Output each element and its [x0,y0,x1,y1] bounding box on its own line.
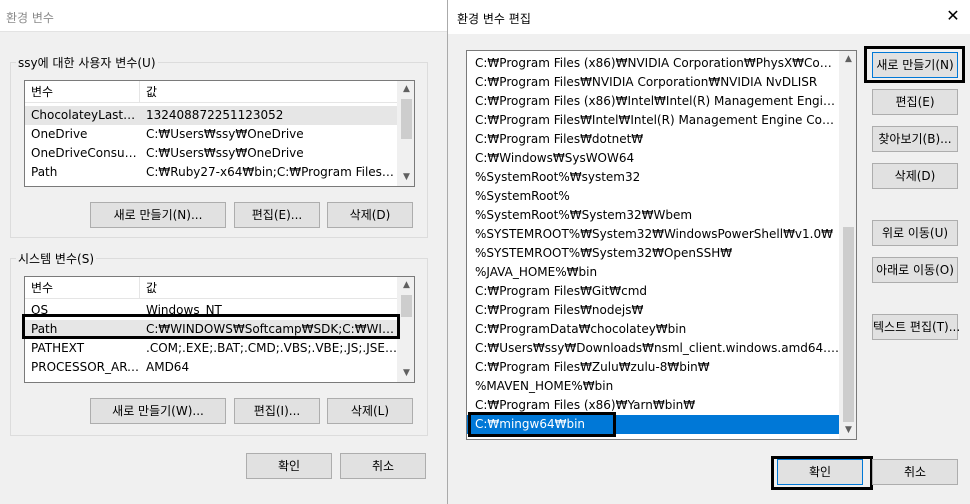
path-list-item[interactable]: C:₩Program Files (x86)₩NVIDIA Corporatio… [467,54,841,73]
scroll-down-icon[interactable]: ▼ [398,169,414,186]
path-list-item[interactable]: C:₩Program Files₩Intel₩Intel(R) Manageme… [467,111,841,130]
path-list-item[interactable]: C:₩Program Files₩nodejs₩ [467,301,841,320]
path-new-button[interactable]: 새로 만들기(N) [872,52,958,78]
table-row[interactable]: Path C:₩Ruby27-x64₩bin;C:₩Program Files₩… [25,163,399,182]
user-variables-header: 변수 값 [25,81,399,103]
path-browse-button[interactable]: 찾아보기(B)... [872,126,958,152]
path-move-up-button[interactable]: 위로 이동(U) [872,220,958,246]
user-new-button[interactable]: 새로 만들기(N)... [90,202,226,228]
env-dialog-titlebar: 환경 변수 [0,0,447,32]
path-list-item[interactable]: C:₩Program Files (x86)₩Intel₩Intel(R) Ma… [467,92,841,111]
edit-dialog-titlebar: 환경 변수 편집 ✕ [448,0,970,34]
env-ok-button[interactable]: 확인 [246,453,332,479]
column-header-value[interactable]: 값 [140,81,399,103]
user-list-scrollbar[interactable]: ▲ ▼ [397,81,414,186]
table-row[interactable]: ChocolateyLastPat... 132408872251123052 [25,106,399,125]
path-list-item[interactable]: C:₩Program Files (x86)₩Yarn₩bin₩ [467,396,841,415]
path-list-item[interactable]: %SYSTEMROOT%₩System32₩OpenSSH₩ [467,244,841,263]
table-row[interactable]: Path C:₩WINDOWS₩Softcamp₩SDK;C:₩WIND... [25,320,399,339]
edit-cancel-button[interactable]: 취소 [872,459,958,485]
path-list-item[interactable]: C:₩Program Files₩dotnet₩ [467,130,841,149]
user-variables-list[interactable]: 변수 값 ChocolateyLastPat... 13240887225112… [24,80,415,187]
path-list-item[interactable]: C:₩Program Files₩Zulu₩zulu-8₩bin₩ [467,358,841,377]
user-edit-button[interactable]: 편집(E)... [234,202,320,228]
scroll-thumb[interactable] [843,227,854,422]
path-list-item[interactable]: C:₩Program Files₩NVIDIA Corporation₩NVID… [467,73,841,92]
path-list-item[interactable]: C:₩Windows₩SysWOW64 [467,149,841,168]
close-icon[interactable]: ✕ [943,6,963,26]
system-variables-label: 시스템 변수(S) [16,250,96,267]
system-new-button[interactable]: 새로 만들기(W)... [90,398,226,424]
path-list-item[interactable]: %JAVA_HOME%₩bin [467,263,841,282]
system-edit-button[interactable]: 편집(I)... [234,398,320,424]
path-delete-button[interactable]: 삭제(D) [872,163,958,189]
env-cancel-button[interactable]: 취소 [340,453,426,479]
path-list-item[interactable]: C:₩ProgramData₩chocolatey₩bin [467,320,841,339]
path-list-item[interactable]: %SystemRoot%₩System32₩Wbem [467,206,841,225]
scroll-up-icon[interactable]: ▲ [398,277,414,294]
table-row[interactable]: PATHEXT .COM;.EXE;.BAT;.CMD;.VBS;.VBE;.J… [25,339,399,358]
path-list-item[interactable]: C:₩mingw64₩bin [467,415,841,434]
system-delete-button[interactable]: 삭제(L) [327,398,413,424]
path-edit-text-button[interactable]: 텍스트 편집(T)... [872,314,960,340]
scroll-down-icon[interactable]: ▼ [840,422,856,439]
path-list-item[interactable]: C:₩Users₩ssy₩Downloads₩nsml_client.windo… [467,339,841,358]
table-row[interactable]: OneDriveConsumer C:₩Users₩ssy₩OneDrive [25,144,399,163]
path-list-scrollbar[interactable]: ▲ ▼ [839,51,856,439]
scroll-down-icon[interactable]: ▼ [398,365,414,382]
column-header-variable[interactable]: 변수 [25,277,140,299]
edit-ok-button[interactable]: 확인 [777,459,863,485]
env-dialog-title: 환경 변수 [6,11,54,25]
column-header-value[interactable]: 값 [140,277,399,299]
user-delete-button[interactable]: 삭제(D) [327,202,413,228]
scroll-thumb[interactable] [401,295,412,317]
path-list-item[interactable]: %MAVEN_HOME%₩bin [467,377,841,396]
system-list-scrollbar[interactable]: ▲ ▼ [397,277,414,382]
system-variables-list[interactable]: 변수 값 OS Windows_NT Path C:₩WINDOWS₩Softc… [24,276,415,383]
path-list-item[interactable]: %SystemRoot% [467,187,841,206]
table-row[interactable]: OS Windows_NT [25,301,399,320]
path-move-down-button[interactable]: 아래로 이동(O) [872,257,958,283]
system-variables-header: 변수 값 [25,277,399,299]
table-row[interactable]: PROCESSOR_ARC... AMD64 [25,358,399,377]
path-list-item[interactable]: %SYSTEMROOT%₩System32₩WindowsPowerShell₩… [467,225,841,244]
edit-dialog-title: 환경 변수 편집 [457,12,531,26]
user-variables-label: ssy에 대한 사용자 변수(U) [16,54,158,71]
scroll-thumb[interactable] [401,99,412,139]
path-list-item[interactable]: C:₩Program Files₩Git₩cmd [467,282,841,301]
scroll-up-icon[interactable]: ▲ [398,81,414,98]
scroll-up-icon[interactable]: ▲ [840,51,856,68]
edit-environment-variable-dialog: 환경 변수 편집 ✕ C:₩Program Files (x86)₩NVIDIA… [447,0,970,504]
table-row[interactable]: OneDrive C:₩Users₩ssy₩OneDrive [25,125,399,144]
path-list[interactable]: C:₩Program Files (x86)₩NVIDIA Corporatio… [466,50,857,440]
path-list-item[interactable]: %SystemRoot%₩system32 [467,168,841,187]
environment-variables-dialog: 환경 변수 ssy에 대한 사용자 변수(U) 변수 값 ChocolateyL… [0,0,447,504]
column-header-variable[interactable]: 변수 [25,81,140,103]
path-edit-button[interactable]: 편집(E) [872,89,958,115]
